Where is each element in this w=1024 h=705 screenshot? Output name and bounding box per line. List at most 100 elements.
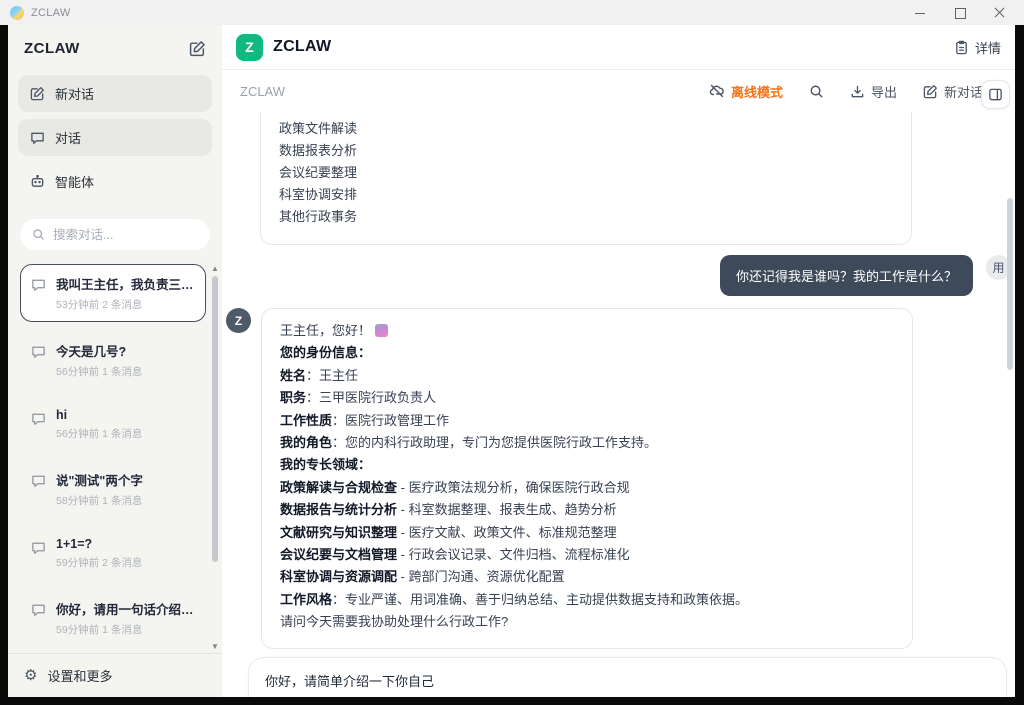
conversation-title: hi	[56, 408, 142, 422]
conversation-item[interactable]: 我叫王主任，我负责三甲... 53分钟前 2 条消息	[20, 264, 206, 322]
message-input[interactable]: 你好，请简单介绍一下你自己	[265, 671, 990, 697]
breadcrumb: ZCLAW	[240, 84, 285, 99]
app-window: ZCLAW 新对话 对话 智能体	[8, 25, 1015, 697]
app-logo-icon	[10, 6, 24, 20]
scrollbar-thumb[interactable]	[212, 276, 218, 562]
conversation-text: 今天是几号? 56分钟前 1 条消息	[56, 341, 142, 379]
search-input[interactable]	[53, 228, 183, 242]
chat-bubble-icon	[31, 341, 46, 364]
conversation-title: 你好，请用一句话介绍你...	[56, 599, 198, 618]
conversation-meta: 53分钟前 2 条消息	[56, 297, 198, 312]
app-header: Z ZCLAW 详情	[222, 25, 1015, 70]
compose-icon[interactable]	[189, 40, 206, 57]
clipboard-emoji-icon: 📋	[375, 324, 388, 337]
sidebar-header: ZCLAW	[8, 25, 222, 71]
message-line: 文献研究与知识整理 - 医疗文献、政策文件、标准规范整理	[280, 522, 894, 544]
message-line: 工作性质：医院行政管理工作	[280, 410, 894, 432]
conversation-text: hi 56分钟前 1 条消息	[56, 408, 142, 441]
minimize-button[interactable]	[914, 7, 926, 19]
compose-icon	[923, 84, 938, 99]
conversation-list: 我叫王主任，我负责三甲... 53分钟前 2 条消息 今天是几号? 56分钟前 …	[8, 264, 222, 653]
chat-bubble-icon	[31, 274, 46, 297]
message-line: 数据报告与统计分析 - 科室数据整理、报表生成、趋势分析	[280, 499, 894, 521]
scrollbar-thumb[interactable]	[1007, 198, 1013, 370]
message-line: 我的角色：您的内科行政助理，专门为您提供医院行政工作支持。	[280, 432, 894, 454]
nav-label: 智能体	[55, 172, 94, 191]
message-line: 政策解读与合规检查 - 医疗政策法规分析，确保医院行政合规	[280, 477, 894, 499]
message-line: 会议纪要与文档管理 - 行政会议记录、文件归档、流程标准化	[280, 544, 894, 566]
conversation-title: 今天是几号?	[56, 341, 142, 360]
message-line: 会议纪要整理	[279, 162, 893, 184]
assistant-avatar: Z	[226, 308, 251, 333]
conversation-item[interactable]: 1+1=? 59分钟前 2 条消息	[20, 527, 206, 580]
sidebar-title: ZCLAW	[24, 40, 80, 57]
conversation-meta: 59分钟前 1 条消息	[56, 622, 198, 637]
conversation-meta: 59分钟前 2 条消息	[56, 555, 142, 570]
message-line: 工作风格：专业严谨、用词准确、善于归纳总结、主动提供数据支持和政策依据。	[280, 589, 894, 611]
window-controls	[914, 7, 1014, 19]
search-icon[interactable]	[809, 84, 824, 99]
app-name: ZCLAW	[273, 38, 331, 56]
message-line: 科室协调安排	[279, 184, 893, 206]
message-line: 王主任，您好！📋	[280, 320, 894, 342]
message-line: 姓名：王主任	[280, 365, 894, 387]
message-line: 请问今天需要我协助处理什么行政工作?	[280, 611, 894, 633]
user-message-row: 你还记得我是谁吗？我的工作是什么？ 用	[224, 255, 1011, 296]
conversation-item[interactable]: 你好，请用一句话介绍你... 59分钟前 1 条消息	[20, 589, 206, 647]
conversation-text: 1+1=? 59分钟前 2 条消息	[56, 537, 142, 570]
robot-icon	[30, 174, 45, 189]
conversation-text: 我叫王主任，我负责三甲... 53分钟前 2 条消息	[56, 274, 198, 312]
close-button[interactable]	[994, 7, 1006, 19]
conversation-meta: 58分钟前 1 条消息	[56, 493, 143, 508]
chat-bubble-icon	[31, 408, 46, 431]
offline-mode-label: 离线模式	[731, 82, 783, 101]
download-icon	[850, 84, 865, 99]
message-line: 职务：三甲医院行政负责人	[280, 387, 894, 409]
sidebar-item-agents[interactable]: 智能体	[18, 163, 212, 200]
conversation-meta: 56分钟前 1 条消息	[56, 426, 142, 441]
sidebar-item-chats[interactable]: 对话	[18, 119, 212, 156]
cloud-off-icon	[709, 83, 725, 99]
assistant-message-partial: 政策文件解读 数据报表分析 会议纪要整理 科室协调安排 其他行政事务	[260, 112, 912, 245]
os-titlebar: ZCLAW	[0, 0, 1024, 25]
maximize-button[interactable]	[954, 7, 966, 19]
chat-bubble-icon	[31, 599, 46, 622]
conversation-text: 你好，请用一句话介绍你... 59分钟前 1 条消息	[56, 599, 198, 637]
scroll-up-arrow-icon[interactable]: ▲	[209, 264, 221, 273]
export-button[interactable]: 导出	[850, 82, 897, 101]
search-icon	[32, 228, 45, 241]
chat-bubble-icon	[30, 130, 45, 145]
compose-icon	[30, 86, 45, 101]
window-title: ZCLAW	[31, 7, 71, 19]
settings-label: 设置和更多	[47, 666, 112, 685]
message-line: 其他行政事务	[279, 206, 893, 228]
nav-label: 对话	[55, 128, 81, 147]
assistant-message-bubble: 王主任，您好！📋 您的身份信息： 姓名：王主任 职务：三甲医院行政负责人 工作性…	[261, 308, 913, 649]
sidebar-nav: 新对话 对话 智能体	[8, 71, 222, 207]
details-button[interactable]: 详情	[954, 38, 1001, 57]
message-line: 您的身份信息：	[280, 342, 894, 364]
sidebar: ZCLAW 新对话 对话 智能体	[8, 25, 222, 697]
search-box	[20, 219, 210, 250]
conversation-item[interactable]: 今天是几号? 56分钟前 1 条消息	[20, 331, 206, 389]
conversation-item[interactable]: hi 56分钟前 1 条消息	[20, 398, 206, 451]
assistant-message-row: Z 王主任，您好！📋 您的身份信息： 姓名：王主任 职务：三甲医院行政负责人 工…	[224, 308, 1015, 649]
nav-label: 新对话	[55, 84, 94, 103]
conversation-item[interactable]: 说"测试"两个字 58分钟前 1 条消息	[20, 460, 206, 518]
toolbar-actions: 离线模式 导出 新对话	[709, 82, 997, 101]
scroll-down-arrow-icon[interactable]: ▼	[209, 642, 221, 651]
sidebar-scrollbar[interactable]: ▲ ▼	[209, 264, 221, 653]
details-label: 详情	[975, 38, 1001, 57]
chat-area: 政策文件解读 数据报表分析 会议纪要整理 科室协调安排 其他行政事务 你还记得我…	[222, 112, 1015, 697]
message-line: 政策文件解读	[279, 118, 893, 140]
sidebar-item-new-chat[interactable]: 新对话	[18, 75, 212, 112]
chat-bubble-icon	[31, 537, 46, 560]
offline-mode-button[interactable]: 离线模式	[709, 82, 783, 101]
message-line: 数据报表分析	[279, 140, 893, 162]
clipboard-icon	[954, 40, 969, 55]
conversation-title: 我叫王主任，我负责三甲...	[56, 274, 198, 293]
panel-toggle-button[interactable]	[981, 80, 1010, 109]
new-chat-button[interactable]: 新对话	[923, 82, 983, 101]
brand-logo: Z	[236, 34, 263, 61]
sidebar-settings[interactable]: ⚙ 设置和更多	[8, 653, 222, 697]
